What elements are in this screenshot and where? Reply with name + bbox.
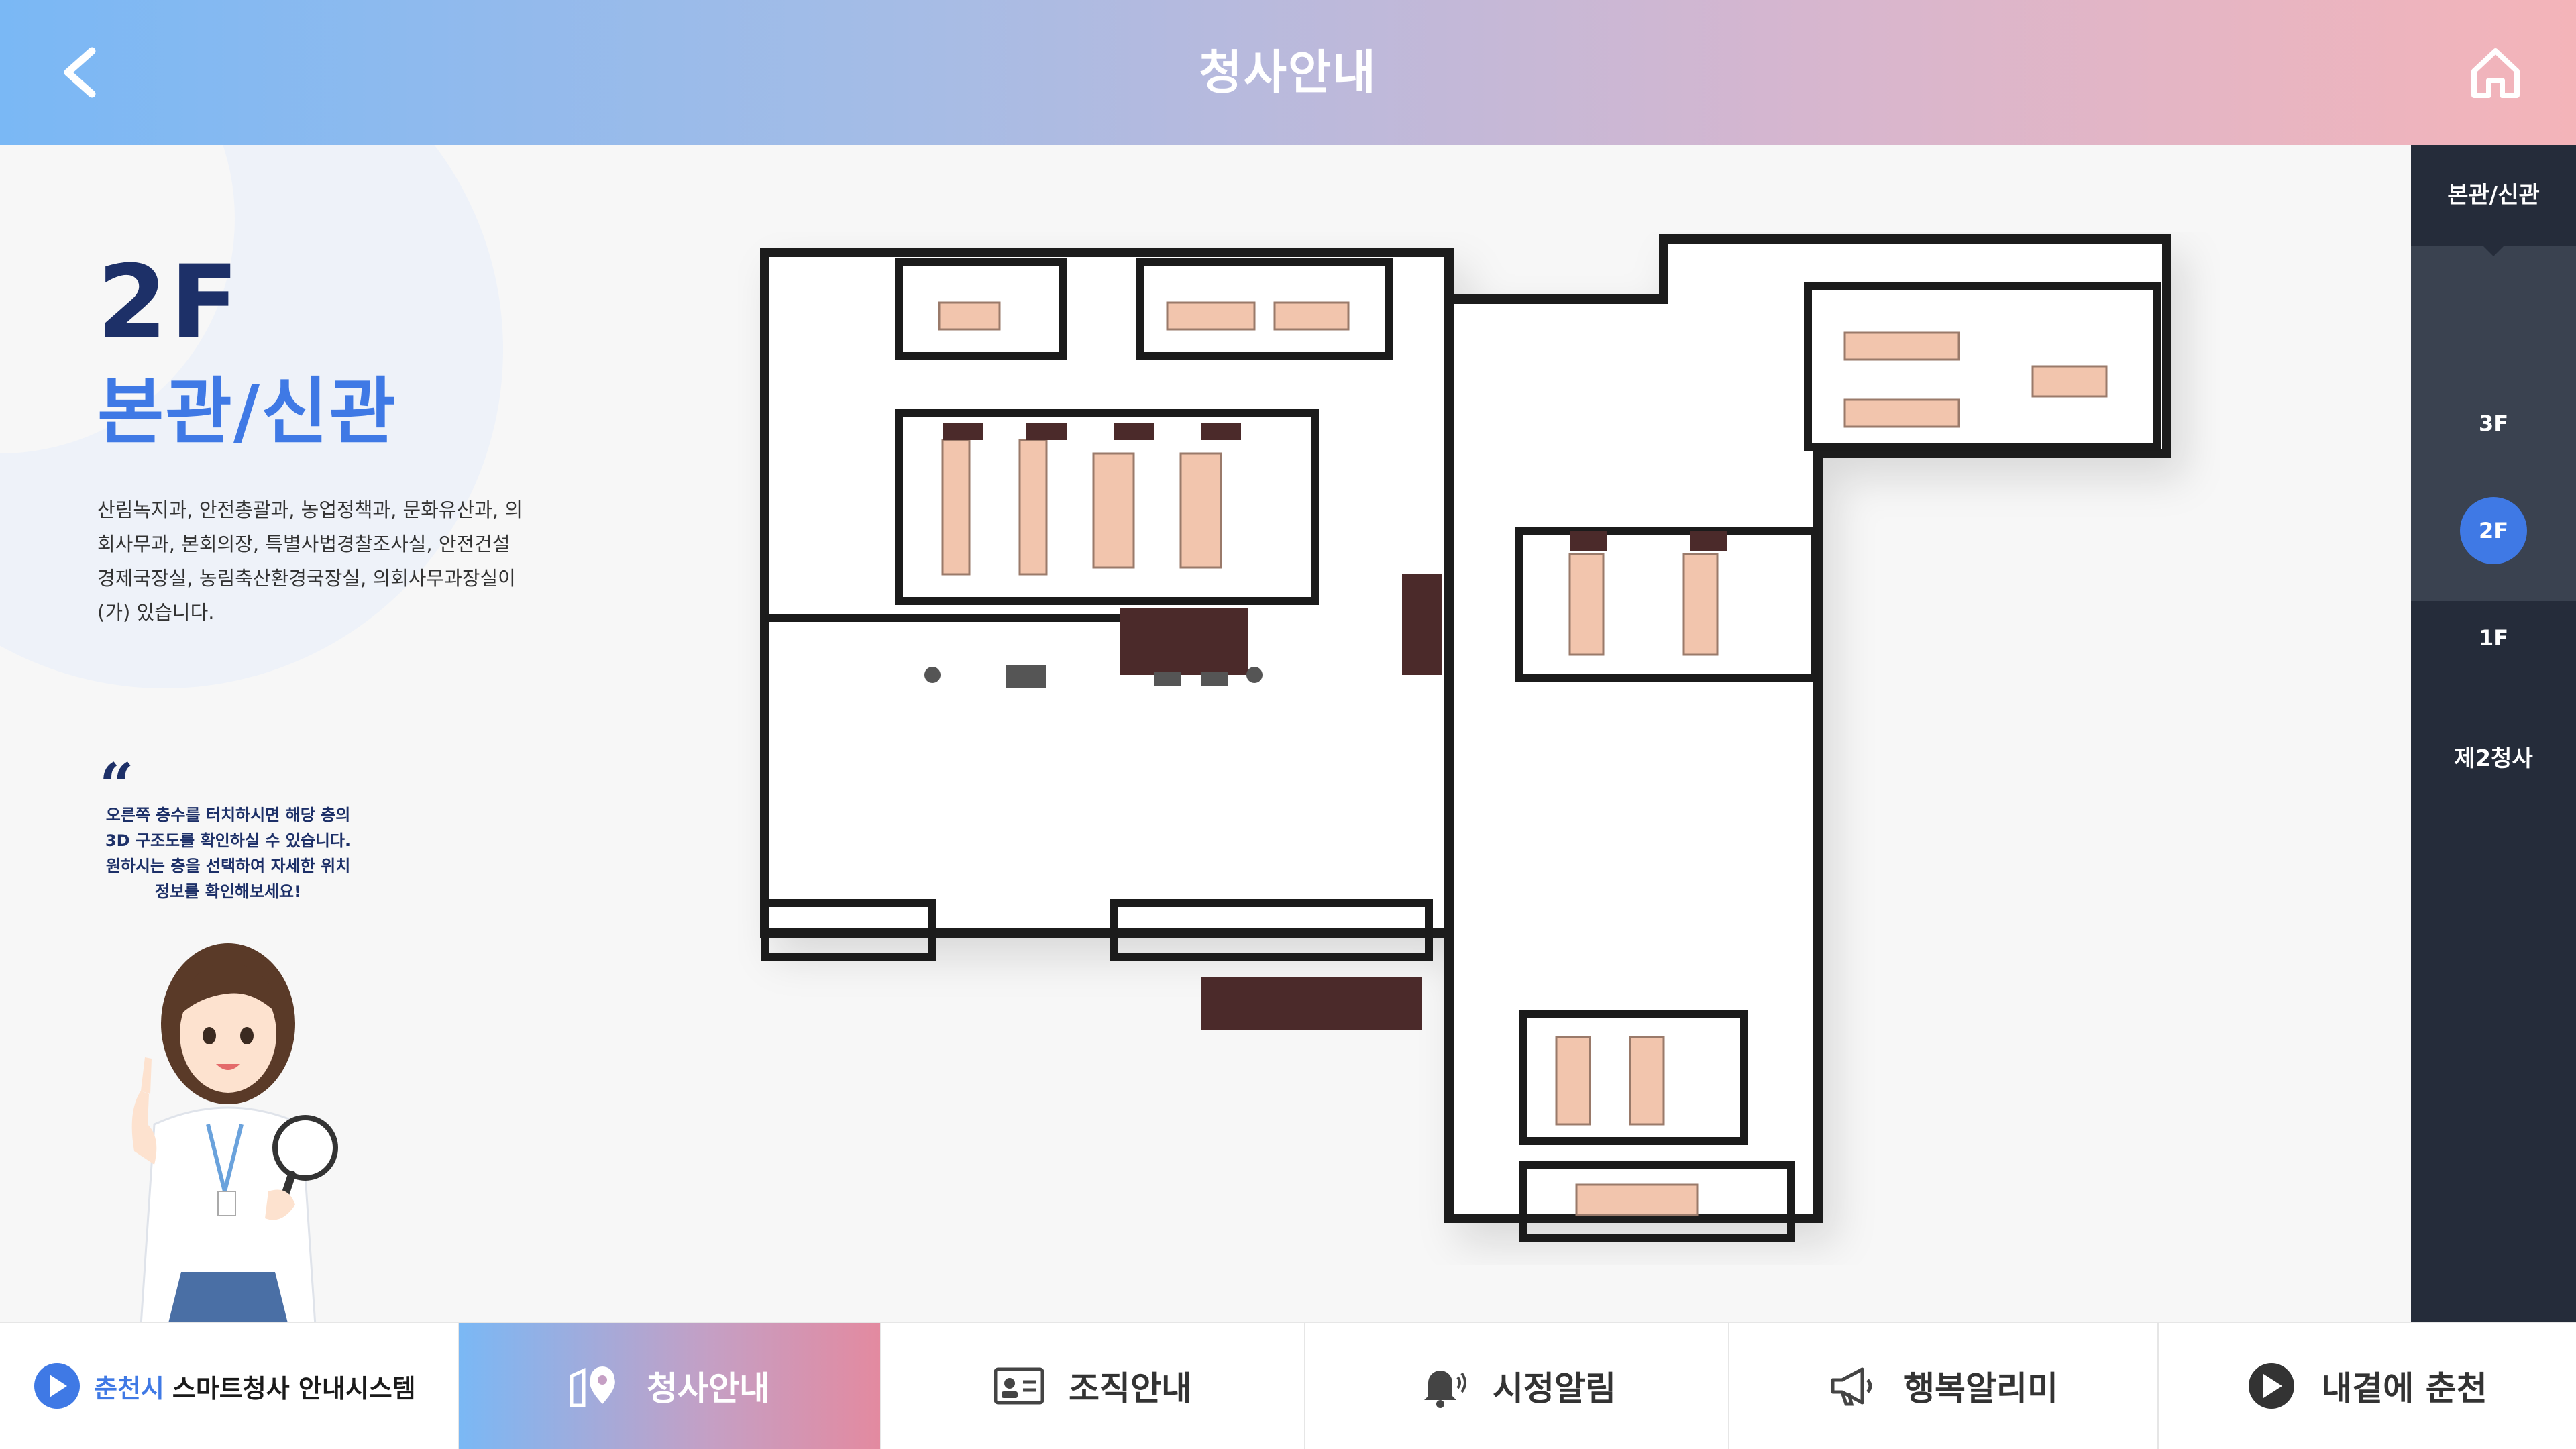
building-tab-main[interactable]: 본관/신관 bbox=[2411, 145, 2576, 256]
floor-label: 2F bbox=[97, 244, 241, 361]
floor-plan-3d-map[interactable] bbox=[738, 232, 2220, 1265]
building-name: 본관/신관 bbox=[97, 370, 397, 454]
hint-line: 오른쪽 층수를 터치하시면 해당 층의 bbox=[105, 806, 351, 824]
nav-city-news[interactable]: 시정알림 bbox=[1305, 1323, 1729, 1449]
page-title: 청사안내 bbox=[1199, 45, 1377, 100]
nav-label: 청사안내 bbox=[647, 1369, 770, 1408]
chuncheon-logo-icon bbox=[34, 1363, 80, 1409]
floor-description: 산림녹지과, 안전총괄과, 농업정책과, 문화유산과, 의회사무과, 본회의장,… bbox=[97, 498, 523, 624]
building-tab-second[interactable]: 제2청사 bbox=[2411, 708, 2576, 809]
system-logo: 춘천시 스마트청사 안내시스템 bbox=[0, 1323, 459, 1449]
nav-happiness-notifier[interactable]: 행복알리미 bbox=[1729, 1323, 2159, 1449]
nav-label: 내곁에 춘천 bbox=[2321, 1369, 2487, 1408]
nav-label: 시정알림 bbox=[1493, 1369, 1616, 1408]
floor-button-label: 3F bbox=[2478, 411, 2509, 436]
map-pin-icon bbox=[569, 1362, 623, 1409]
home-button[interactable] bbox=[2462, 39, 2529, 106]
floor-button-2f[interactable]: 2F bbox=[2411, 497, 2576, 564]
bottom-navigation: 춘천시 스마트청사 안내시스템 청사안내 조직안내 시정알림 행복알리미 내곁에… bbox=[0, 1322, 2576, 1449]
logo-city: 춘천시 bbox=[94, 1373, 164, 1403]
hint-line: 원하시는 층을 선택하여 자세한 위치 bbox=[105, 857, 351, 875]
main-content: 2F 본관/신관 산림녹지과, 안전총괄과, 농업정책과, 문화유산과, 의회사… bbox=[0, 145, 2411, 1322]
hint-line: 정보를 확인해보세요! bbox=[154, 882, 302, 901]
nav-label: 조직안내 bbox=[1069, 1369, 1192, 1408]
nav-organization[interactable]: 조직안내 bbox=[881, 1323, 1305, 1449]
nav-label: 행복알리미 bbox=[1904, 1369, 2058, 1408]
id-card-icon bbox=[994, 1367, 1044, 1405]
nav-chuncheon-beside-me[interactable]: 내곁에 춘천 bbox=[2159, 1323, 2575, 1449]
usage-hint: 오른쪽 층수를 터치하시면 해당 층의 3D 구조도를 확인하실 수 있습니다.… bbox=[80, 802, 376, 904]
building-floor-sidebar: 본관/신관 3F 2F 1F 제2청사 bbox=[2411, 145, 2576, 1322]
guide-character-illustration bbox=[131, 943, 338, 1322]
header-bar: 청사안내 bbox=[0, 0, 2576, 145]
floor-button-1f[interactable]: 1F bbox=[2411, 604, 2576, 672]
floor-info-panel: 2F 본관/신관 산림녹지과, 안전총괄과, 농업정책과, 문화유산과, 의회사… bbox=[97, 252, 567, 630]
home-icon bbox=[2471, 48, 2520, 98]
app-root: 청사안내 2F 본관/신관 산림녹지과, 안전총괄과, 농업정책과, 문화유산과… bbox=[0, 0, 2576, 1449]
bell-icon bbox=[1417, 1362, 1468, 1409]
floor-button-label: 2F bbox=[2460, 497, 2527, 564]
floor-button-3f[interactable]: 3F bbox=[2411, 390, 2576, 457]
hint-line: 3D 구조도를 확인하실 수 있습니다. bbox=[105, 831, 352, 850]
floor-button-label: 1F bbox=[2478, 625, 2509, 651]
chuncheon-logo-icon bbox=[2246, 1360, 2297, 1411]
logo-title: 스마트청사 안내시스템 bbox=[172, 1373, 416, 1403]
megaphone-icon bbox=[1829, 1364, 1880, 1408]
floor-list: 3F 2F 1F bbox=[2411, 246, 2576, 651]
nav-building-guide[interactable]: 청사안내 bbox=[459, 1323, 881, 1449]
